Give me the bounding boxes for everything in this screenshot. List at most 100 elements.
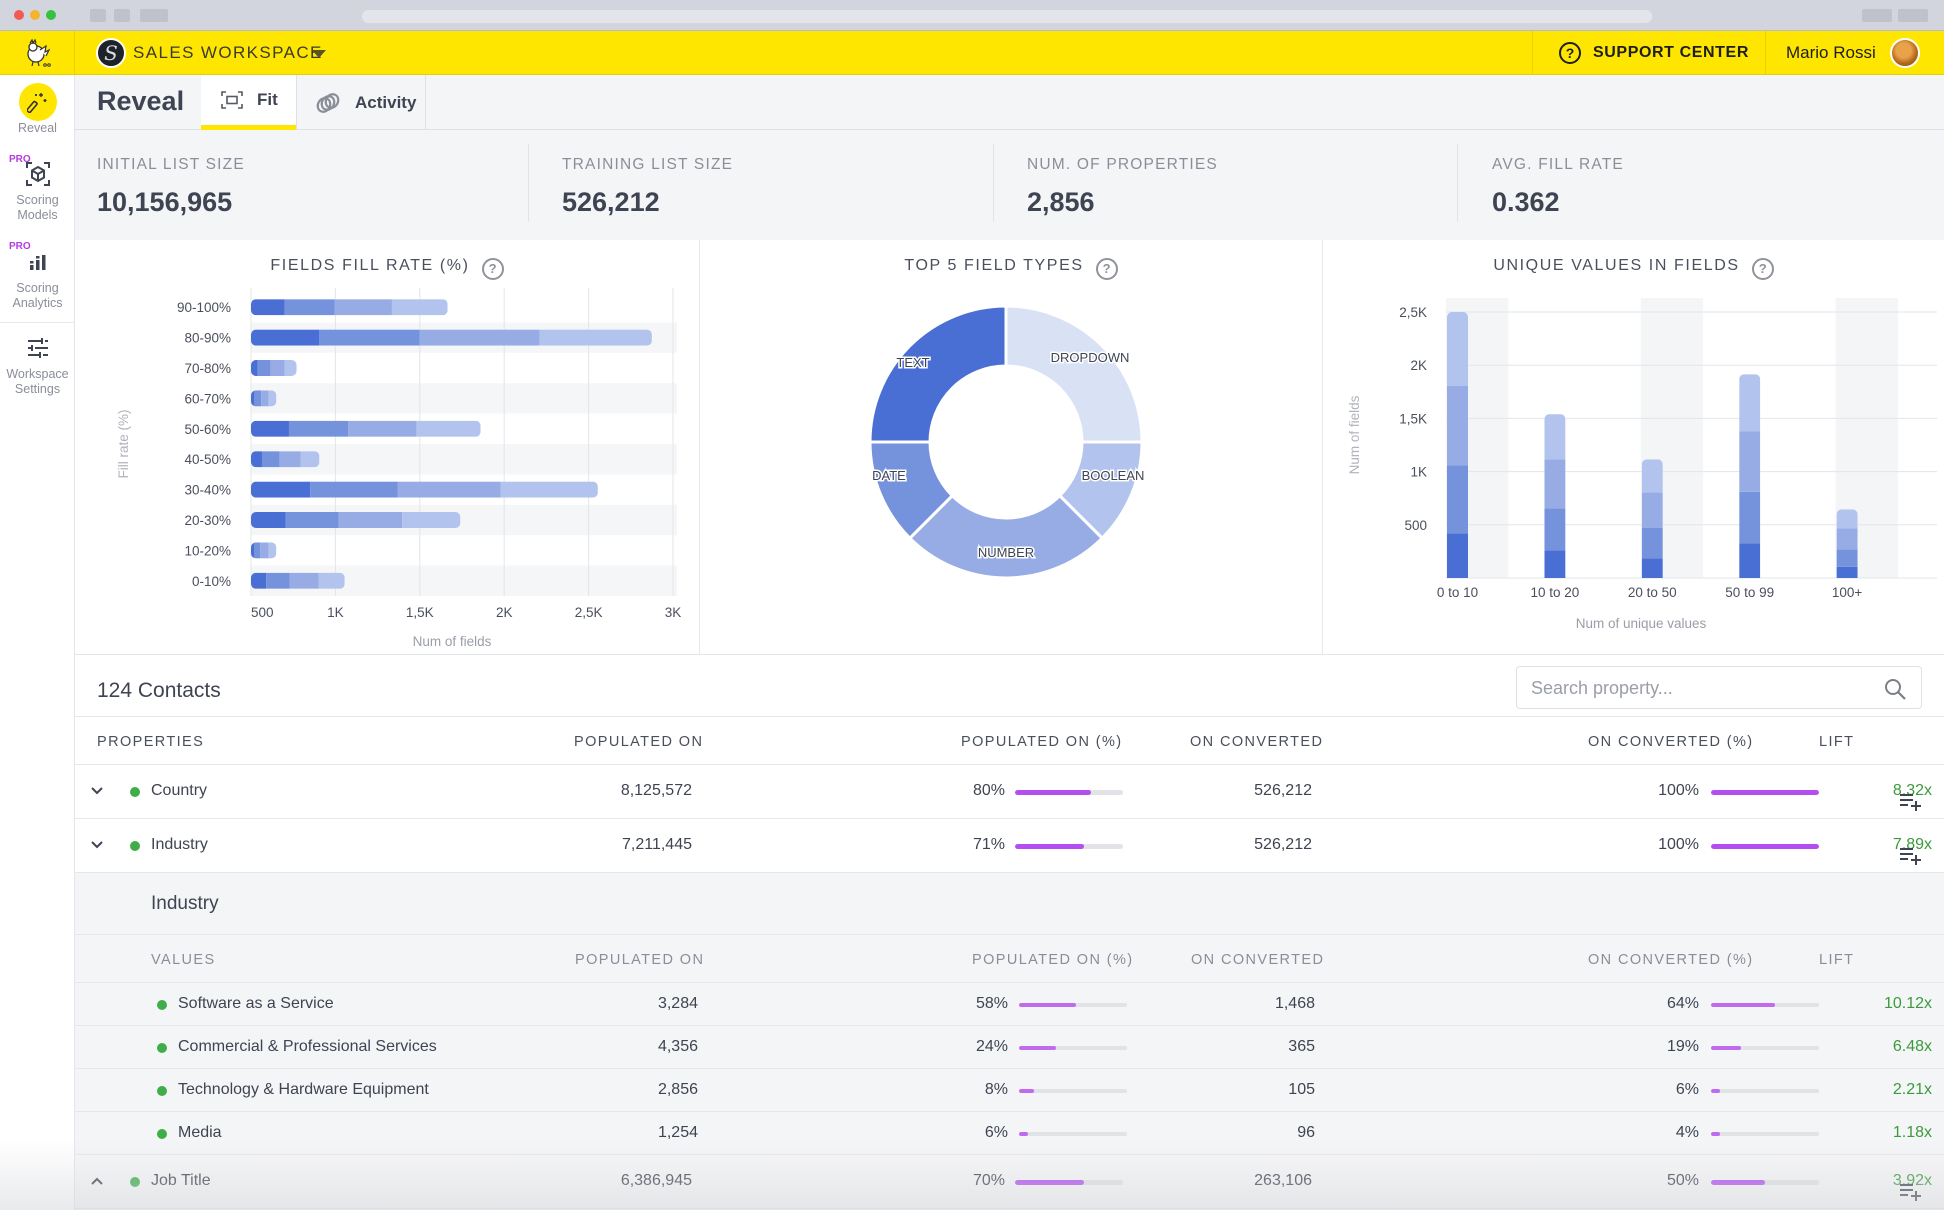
- tab-activity[interactable]: Activity: [315, 75, 416, 130]
- browser-action-button[interactable]: [1898, 9, 1928, 22]
- search-property-input[interactable]: [1531, 676, 1871, 700]
- column-header-on-converted-pct: ON CONVERTED (%): [1588, 952, 1754, 968]
- tab-fit[interactable]: Fit: [201, 75, 296, 130]
- bar-segment: [254, 542, 261, 559]
- chart-title-text: UNIQUE VALUES IN FIELDS: [1493, 257, 1740, 274]
- chart-title-text: TOP 5 FIELD TYPES: [904, 257, 1084, 274]
- workspace-name[interactable]: SALES WORKSPACE: [133, 43, 323, 63]
- value-row: Software as a Service 3,284 58% 1,468 64% 10.…: [75, 983, 1944, 1026]
- bar-segment: [539, 329, 652, 346]
- chart-title: FIELDS FILL RATE (%)?: [75, 257, 699, 280]
- bar-segment: [266, 572, 290, 589]
- address-bar[interactable]: [362, 10, 1652, 23]
- app-logo[interactable]: [0, 31, 75, 75]
- populated-on-pct-value: 80%: [972, 782, 1005, 799]
- bar-segment: [1641, 558, 1663, 578]
- maximize-window-dot[interactable]: [46, 10, 56, 20]
- column-header-on-converted-pct[interactable]: ON CONVERTED (%): [1588, 734, 1754, 750]
- bar-segment: [338, 512, 403, 528]
- add-to-list-icon[interactable]: [1899, 792, 1923, 812]
- y-tick-label: 500: [1404, 518, 1427, 533]
- stacked-bar: [251, 572, 345, 589]
- user-menu[interactable]: Mario Rossi: [1786, 31, 1920, 75]
- browser-action-button[interactable]: [1862, 9, 1892, 22]
- y-axis-label: Num of fields: [1347, 395, 1362, 474]
- help-icon[interactable]: ?: [1095, 258, 1118, 280]
- bar-segment: [251, 542, 255, 559]
- table-row[interactable]: Job Title 6,386,945 70% 263,106 50% 3.92…: [75, 1155, 1944, 1209]
- sidebar-item-reveal[interactable]: Reveal: [0, 83, 75, 136]
- column-header-properties[interactable]: PROPERTIES: [97, 734, 204, 750]
- stat-value: 526,212: [562, 187, 660, 217]
- minimize-window-dot[interactable]: [30, 10, 40, 20]
- converted-progress-bar: [1711, 1003, 1819, 1007]
- lift-value: 10.12x: [1883, 995, 1932, 1012]
- y-tick-label: 10-20%: [184, 543, 231, 558]
- on-converted-pct-value: 64%: [1666, 995, 1699, 1012]
- column-header-populated-on[interactable]: POPULATED ON: [574, 734, 703, 750]
- slice-label: DATE: [872, 468, 906, 483]
- tab-label: Activity: [355, 92, 417, 112]
- y-tick-label: 90-100%: [177, 300, 231, 315]
- help-icon[interactable]: ?: [1751, 258, 1774, 280]
- search-property-box[interactable]: [1516, 666, 1922, 709]
- column-header-populated-on-pct[interactable]: POPULATED ON (%): [961, 734, 1123, 750]
- chart-title-text: FIELDS FILL RATE (%): [270, 257, 470, 274]
- chevron-up-icon[interactable]: [90, 1176, 104, 1186]
- status-dot: [157, 1086, 167, 1096]
- top-bar: S SALES WORKSPACE ? SUPPORT CENTER Mario…: [0, 31, 1944, 75]
- sidebar-item-label: Scoring Models: [16, 193, 59, 222]
- y-tick-label: 30-40%: [184, 483, 231, 498]
- expanded-section-header: Industry: [75, 873, 1944, 935]
- stat-label: INITIAL LIST SIZE: [97, 156, 245, 173]
- table-row[interactable]: Industry 7,211,445 71% 526,212 100% 7.89…: [75, 819, 1944, 873]
- populated-on-value: 6,386,945: [620, 1172, 692, 1189]
- back-button[interactable]: [90, 9, 106, 22]
- y-tick-label: 1,5K: [1399, 411, 1427, 426]
- table-row[interactable]: Country 8,125,572 80% 526,212 100% 8.32x: [75, 765, 1944, 819]
- support-center-button[interactable]: ? SUPPORT CENTER: [1532, 31, 1766, 75]
- bar-segment: [1447, 533, 1468, 578]
- bar-segment: [419, 329, 540, 346]
- sidebar-item-scoring-analytics[interactable]: Scoring Analytics: [0, 245, 75, 311]
- column-header-lift[interactable]: LIFT: [1819, 734, 1854, 750]
- add-to-list-icon[interactable]: [1899, 846, 1923, 866]
- sidebar-item-label: Scoring Analytics: [12, 281, 63, 310]
- sliders-icon: [0, 331, 75, 365]
- forward-button[interactable]: [114, 9, 130, 22]
- search-icon[interactable]: [1883, 677, 1907, 706]
- sidebar-toggle-button[interactable]: [140, 9, 168, 22]
- magic-wand-icon: [18, 83, 57, 121]
- bar-segment: [1447, 312, 1468, 386]
- sidebar-item-scoring-models[interactable]: Scoring Models: [0, 157, 75, 223]
- close-window-dot[interactable]: [14, 10, 24, 20]
- on-converted-pct-value: 100%: [1658, 782, 1699, 799]
- tab-label: Fit: [257, 90, 278, 109]
- column-header-on-converted[interactable]: ON CONVERTED: [1190, 734, 1323, 750]
- add-to-list-icon[interactable]: [1899, 1182, 1923, 1202]
- stat-value: 2,856: [1027, 187, 1095, 217]
- rooster-logo-icon: [27, 38, 51, 67]
- help-icon[interactable]: ?: [481, 258, 504, 280]
- workspace-dropdown-caret-icon[interactable]: [312, 50, 326, 58]
- bar-segment: [1641, 459, 1663, 493]
- populated-on-pct-value: 6%: [984, 1124, 1008, 1141]
- bar-segment: [1836, 549, 1858, 567]
- y-tick-label: 20-30%: [184, 513, 231, 528]
- workspace-avatar[interactable]: S: [96, 38, 126, 68]
- bar-segment: [1447, 465, 1468, 534]
- on-converted-value: 96: [1297, 1124, 1315, 1141]
- populated-on-value: 3,284: [657, 995, 698, 1012]
- bar-segment: [268, 542, 277, 559]
- stacked-bar: [1447, 312, 1468, 578]
- sidebar-item-workspace-settings[interactable]: Workspace Settings: [0, 331, 75, 397]
- y-tick-label: 60-70%: [184, 391, 231, 406]
- chevron-down-icon[interactable]: [90, 840, 104, 850]
- chevron-down-icon[interactable]: [90, 786, 104, 796]
- bar-segment: [397, 481, 501, 498]
- property-name: Job Title: [151, 1172, 211, 1189]
- y-axis-label: Fill rate (%): [116, 409, 131, 478]
- expanded-table-header: VALUES POPULATED ON POPULATED ON (%) ON …: [75, 935, 1944, 983]
- status-dot: [130, 1177, 140, 1187]
- stat-value: 0.362: [1492, 187, 1560, 217]
